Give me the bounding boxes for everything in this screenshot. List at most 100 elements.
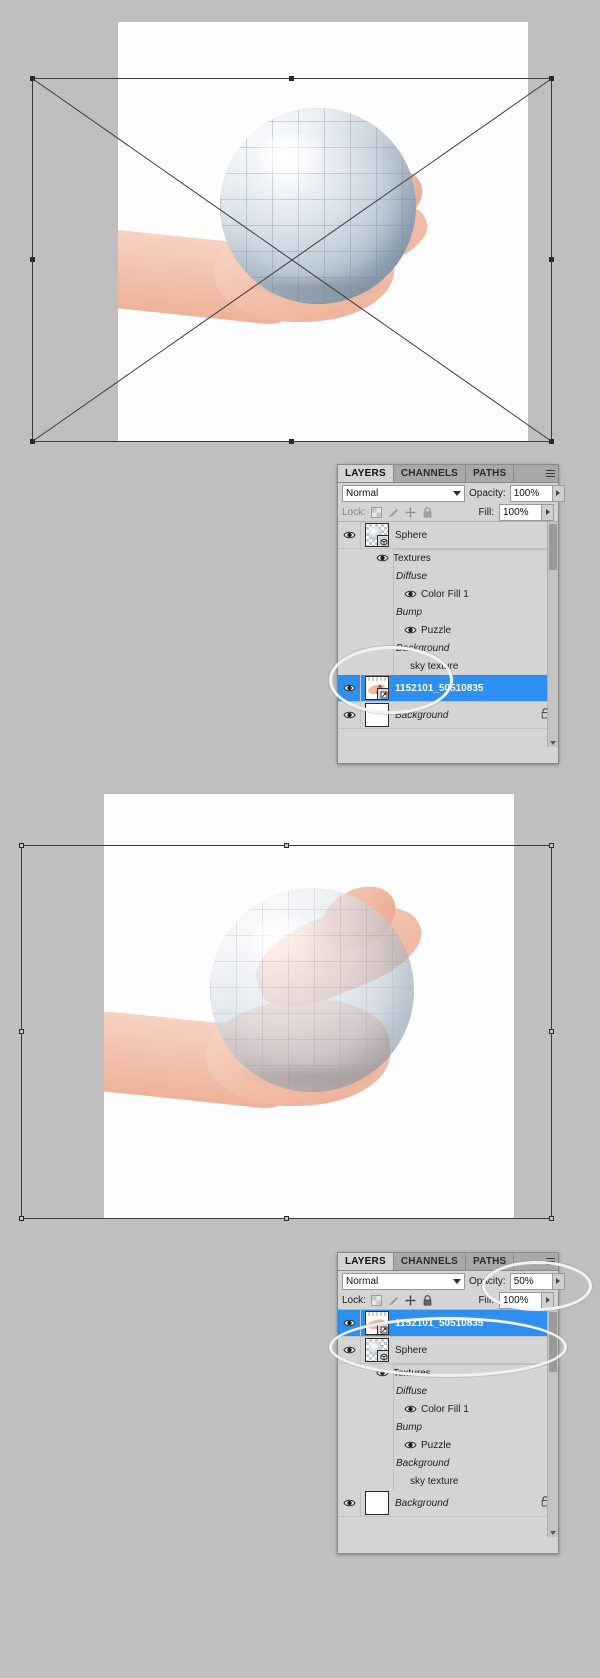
layer-list-top[interactable]: SphereTexturesDiffuseColor Fill 1BumpPuz…: [338, 521, 558, 747]
lock-image-icon-bottom[interactable]: [388, 1295, 399, 1306]
fill-stepper-top[interactable]: [542, 504, 554, 521]
lock-all-icon-bottom[interactable]: [422, 1295, 433, 1306]
layer-visibility-toggle[interactable]: [338, 1337, 361, 1363]
fill-stepper-bottom[interactable]: [542, 1292, 554, 1309]
tab-paths[interactable]: PATHS: [466, 465, 514, 482]
tab-paths-bottom[interactable]: PATHS: [466, 1253, 514, 1270]
eye-icon[interactable]: [343, 1318, 356, 1328]
texture-sub-item[interactable]: Bump: [338, 603, 558, 621]
texture-sub-item[interactable]: sky texture: [338, 1472, 558, 1490]
lock-transparency-icon-bottom[interactable]: [371, 1295, 382, 1306]
transform-handle-bottom-left[interactable]: [30, 439, 35, 444]
transform-handle-top-right[interactable]: [549, 76, 554, 81]
lock-icon-group-top[interactable]: [371, 507, 433, 518]
opacity-input-top[interactable]: 100%: [510, 485, 553, 502]
eye-icon[interactable]: [343, 1498, 356, 1508]
transform-handle-bottom-center-bottom[interactable]: [284, 1216, 289, 1221]
layers-panel-bottom[interactable]: LAYERS CHANNELS PATHS Normal Opacity: 50…: [337, 1252, 559, 1554]
transform-handle-top-right-bottom[interactable]: [549, 843, 554, 848]
texture-visibility-toggle[interactable]: [376, 553, 389, 563]
layer-thumbnail[interactable]: [365, 703, 389, 727]
fill-input-bottom[interactable]: 100%: [499, 1292, 542, 1309]
panel-menu-icon-bottom[interactable]: [542, 1253, 558, 1270]
layer-thumbnail[interactable]: [365, 523, 389, 547]
lock-image-icon[interactable]: [388, 507, 399, 518]
eye-icon[interactable]: [376, 553, 389, 563]
eye-icon[interactable]: [376, 1368, 389, 1378]
transform-handle-top-left-bottom[interactable]: [19, 843, 24, 848]
layer-visibility-toggle[interactable]: [338, 675, 361, 701]
transform-bounding-box-top[interactable]: [32, 78, 552, 442]
scrollbar-thumb-bottom[interactable]: [549, 1312, 557, 1372]
transform-handle-middle-left[interactable]: [30, 257, 35, 262]
transform-handle-top-left[interactable]: [30, 76, 35, 81]
lock-position-icon-bottom[interactable]: [405, 1295, 416, 1306]
opacity-input-bottom[interactable]: 50%: [510, 1273, 553, 1290]
texture-visibility-toggle[interactable]: [404, 589, 417, 599]
eye-icon[interactable]: [343, 530, 356, 540]
transform-handle-top-center-bottom[interactable]: [284, 843, 289, 848]
layer-row-selected[interactable]: 1152101_50510835: [338, 1310, 558, 1337]
texture-sub-item[interactable]: Diffuse: [338, 1382, 558, 1400]
scrollbar-thumb[interactable]: [549, 524, 557, 570]
tab-channels-bottom[interactable]: CHANNELS: [394, 1253, 466, 1270]
layer-row[interactable]: Background: [338, 1490, 558, 1517]
texture-sub-item[interactable]: Puzzle: [338, 1436, 558, 1454]
eye-icon[interactable]: [343, 683, 356, 693]
eye-icon[interactable]: [404, 625, 417, 635]
layer-list-scrollbar-top[interactable]: [547, 522, 558, 747]
fill-control-top[interactable]: 100%: [499, 504, 554, 521]
opacity-stepper-top[interactable]: [553, 485, 565, 502]
layer-row[interactable]: Sphere: [338, 522, 558, 549]
eye-icon[interactable]: [404, 1440, 417, 1450]
transform-bounding-box-bottom[interactable]: [21, 845, 552, 1219]
layer-row[interactable]: Sphere: [338, 1337, 558, 1364]
texture-sub-item[interactable]: Textures: [338, 549, 558, 567]
layer-visibility-toggle[interactable]: [338, 1310, 361, 1336]
layer-thumbnail[interactable]: [365, 676, 389, 700]
tab-channels[interactable]: CHANNELS: [394, 465, 466, 482]
transform-handle-bottom-center[interactable]: [289, 439, 294, 444]
layer-visibility-toggle[interactable]: [338, 522, 361, 548]
eye-icon[interactable]: [343, 1345, 356, 1355]
blend-mode-select-top[interactable]: Normal: [342, 485, 465, 502]
opacity-control-top[interactable]: 100%: [510, 485, 565, 502]
texture-sub-item[interactable]: Diffuse: [338, 567, 558, 585]
texture-sub-item[interactable]: sky texture: [338, 657, 558, 675]
opacity-control-bottom[interactable]: 50%: [510, 1273, 565, 1290]
layer-row[interactable]: Background: [338, 702, 558, 729]
eye-icon[interactable]: [404, 1404, 417, 1414]
panel-menu-icon[interactable]: [542, 465, 558, 482]
layer-list-scrollbar-bottom[interactable]: [547, 1310, 558, 1537]
texture-sub-item[interactable]: Color Fill 1: [338, 585, 558, 603]
transform-handle-middle-right[interactable]: [549, 257, 554, 262]
transform-handle-middle-right-bottom[interactable]: [549, 1029, 554, 1034]
texture-visibility-toggle[interactable]: [404, 1440, 417, 1450]
lock-position-icon[interactable]: [405, 507, 416, 518]
transform-handle-bottom-right-bottom[interactable]: [549, 1216, 554, 1221]
layer-list-bottom[interactable]: 1152101_50510835SphereTexturesDiffuseCol…: [338, 1309, 558, 1537]
layer-visibility-toggle[interactable]: [338, 702, 361, 728]
texture-sub-item[interactable]: Textures: [338, 1364, 558, 1382]
texture-visibility-toggle[interactable]: [404, 625, 417, 635]
texture-sub-item[interactable]: Background: [338, 639, 558, 657]
layer-thumbnail[interactable]: [365, 1491, 389, 1515]
opacity-stepper-bottom[interactable]: [553, 1273, 565, 1290]
layer-thumbnail[interactable]: [365, 1311, 389, 1335]
transform-handle-bottom-right[interactable]: [549, 439, 554, 444]
texture-sub-item[interactable]: Bump: [338, 1418, 558, 1436]
layer-row-selected[interactable]: 1152101_50510835: [338, 675, 558, 702]
transform-handle-top-center[interactable]: [289, 76, 294, 81]
tab-layers[interactable]: LAYERS: [338, 465, 394, 482]
texture-sub-item[interactable]: Background: [338, 1454, 558, 1472]
blend-mode-select-bottom[interactable]: Normal: [342, 1273, 465, 1290]
eye-icon[interactable]: [343, 710, 356, 720]
texture-sub-item[interactable]: Color Fill 1: [338, 1400, 558, 1418]
texture-visibility-toggle[interactable]: [376, 1368, 389, 1378]
eye-icon[interactable]: [404, 589, 417, 599]
lock-all-icon[interactable]: [422, 507, 433, 518]
layers-panel-top[interactable]: LAYERS CHANNELS PATHS Normal Opacity: 10…: [337, 464, 559, 764]
layer-visibility-toggle[interactable]: [338, 1490, 361, 1516]
layer-thumbnail[interactable]: [365, 1338, 389, 1362]
tab-layers-bottom[interactable]: LAYERS: [338, 1253, 394, 1270]
